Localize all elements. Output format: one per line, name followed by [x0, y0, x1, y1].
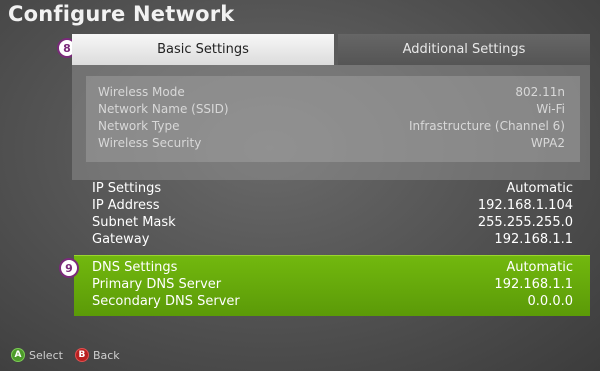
wireless-mode-row: Wireless Mode 802.11n [98, 85, 565, 99]
row-value: Automatic [506, 181, 573, 196]
secondary-dns-row: Secondary DNS Server 0.0.0.0 [92, 294, 573, 309]
row-value: Wi-Fi [536, 102, 565, 116]
network-type-row: Network Type Infrastructure (Channel 6) [98, 119, 565, 133]
a-button-icon: A [11, 348, 25, 362]
row-label: Gateway [92, 232, 150, 247]
page-title: Configure Network [8, 2, 235, 26]
primary-dns-row: Primary DNS Server 192.168.1.1 [92, 277, 573, 292]
ip-settings-row[interactable]: IP Settings Automatic [92, 181, 573, 196]
row-label: Network Type [98, 119, 180, 133]
row-label: IP Settings [92, 181, 162, 196]
ip-address-row: IP Address 192.168.1.104 [92, 198, 573, 213]
gateway-row: Gateway 192.168.1.1 [92, 232, 573, 247]
row-value: 802.11n [515, 85, 565, 99]
network-name-row: Network Name (SSID) Wi-Fi [98, 102, 565, 116]
row-value: Automatic [506, 260, 573, 275]
row-value: 192.168.1.1 [494, 232, 573, 247]
row-label: Primary DNS Server [92, 277, 222, 292]
dns-settings-row[interactable]: DNS Settings Automatic [92, 260, 573, 275]
row-label: IP Address [92, 198, 160, 213]
callout-badge-9: 9 [59, 258, 79, 278]
row-label: Subnet Mask [92, 215, 176, 230]
row-label: DNS Settings [92, 260, 178, 275]
row-value: 0.0.0.0 [527, 294, 573, 309]
row-value: WPA2 [530, 136, 565, 150]
row-value: 192.168.1.1 [494, 277, 573, 292]
subnet-mask-row: Subnet Mask 255.255.255.0 [92, 215, 573, 230]
row-label: Network Name (SSID) [98, 102, 229, 116]
b-button-icon: B [74, 348, 89, 362]
row-label: Secondary DNS Server [92, 294, 240, 309]
row-value: 255.255.255.0 [477, 215, 573, 230]
row-label: Wireless Mode [98, 85, 185, 99]
tab-basic-settings[interactable]: Basic Settings [72, 34, 334, 65]
back-label: Back [92, 348, 120, 362]
row-label: Wireless Security [98, 136, 202, 150]
button-legend: A Select B Back [11, 348, 120, 362]
wireless-security-row: Wireless Security WPA2 [98, 136, 565, 150]
tab-additional-settings[interactable]: Additional Settings [338, 34, 590, 65]
row-value: Infrastructure (Channel 6) [408, 119, 565, 133]
select-label: Select [29, 348, 63, 362]
row-value: 192.168.1.104 [477, 198, 573, 213]
